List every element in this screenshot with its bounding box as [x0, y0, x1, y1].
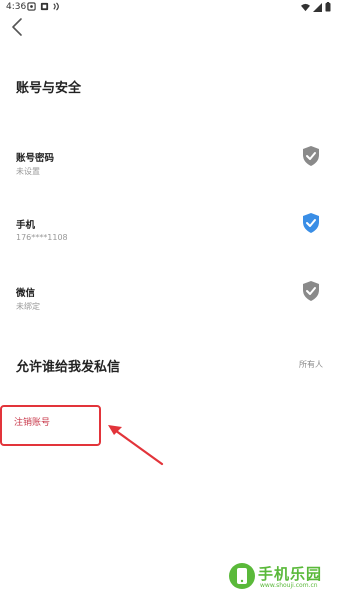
watermark: 手机乐园 www.shouji.com.cn [228, 560, 333, 594]
notification-icon [27, 2, 36, 11]
dm-permission-value[interactable]: 所有人 [299, 359, 323, 370]
annotation-arrow-icon [108, 425, 164, 466]
cancel-account-link[interactable]: 注销账号 [14, 415, 50, 428]
watermark-url: www.shouji.com.cn [260, 582, 318, 589]
status-right [301, 2, 331, 12]
status-time: 4:36 [6, 2, 27, 12]
shield-check-icon [303, 281, 319, 301]
status-bar: 4:36 [0, 0, 337, 14]
watermark-logo-icon [229, 563, 255, 589]
row-label: 账号密码 [16, 153, 55, 164]
shield-check-icon [303, 213, 319, 233]
dm-permission-title: 允许谁给我发私信 [16, 360, 121, 375]
page-title: 账号与安全 [16, 81, 82, 96]
back-icon[interactable] [8, 16, 28, 38]
watermark-text: 手机乐园 [258, 565, 323, 583]
row-label: 手机 [16, 220, 36, 231]
row-status: 未绑定 [16, 302, 40, 311]
row-account-password[interactable]: 账号密码 未设置 [0, 146, 337, 190]
row-label: 微信 [16, 288, 36, 299]
battery-icon [325, 2, 331, 12]
row-status: 未设置 [16, 167, 40, 176]
row-phone-number: 176****1108 [16, 233, 68, 242]
row-wechat[interactable]: 微信 未绑定 [0, 281, 337, 325]
signal-icon [313, 2, 322, 12]
row-phone[interactable]: 手机 176****1108 [0, 213, 337, 257]
wifi-icon [301, 3, 310, 11]
nfc-icon [53, 2, 59, 11]
shield-check-icon [303, 146, 319, 166]
gallery-icon [40, 2, 49, 11]
